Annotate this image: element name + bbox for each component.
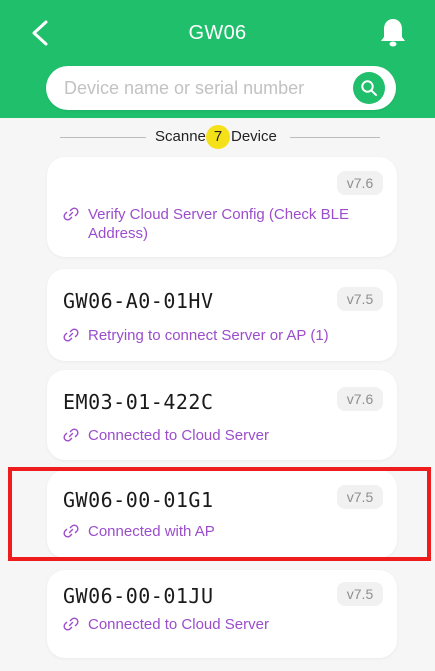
- status-text: Connected to Cloud Server: [88, 427, 269, 444]
- search-bar: [46, 66, 396, 110]
- device-card[interactable]: EM03-01-422C v7.6 Connected to Cloud Ser…: [47, 370, 397, 460]
- version-badge: v7.6: [337, 387, 383, 411]
- divider-left: [60, 137, 146, 138]
- device-name: GW06-00-01G1: [63, 488, 214, 512]
- scanned-count-row: Scanned 7 Device: [60, 122, 380, 152]
- divider-right: [290, 137, 380, 138]
- version-badge: v7.5: [337, 582, 383, 606]
- version-badge: v7.5: [337, 287, 383, 311]
- search-input[interactable]: [64, 66, 336, 110]
- device-card[interactable]: GW06-A0-01HV v7.5 Retrying to connect Se…: [47, 269, 397, 361]
- link-icon: [63, 617, 79, 631]
- device-card[interactable]: GW06-00-01G1 v7.5 Connected with AP: [47, 470, 397, 558]
- link-icon: [63, 524, 79, 538]
- search-icon: [361, 80, 377, 96]
- device-card[interactable]: GW06-00-01JU v7.5 Connected to Cloud Ser…: [47, 570, 397, 658]
- link-icon: [63, 328, 79, 342]
- version-badge: v7.6: [337, 171, 383, 195]
- device-count-badge: 7: [206, 125, 230, 149]
- link-icon: [63, 428, 79, 442]
- status-text: Verify Cloud Server Config (Check BLE Ad…: [88, 206, 349, 242]
- status-text: Retrying to connect Server or AP (1): [88, 327, 329, 344]
- device-name: GW06-A0-01HV: [63, 289, 214, 313]
- status-text: Connected to Cloud Server: [88, 616, 269, 633]
- bell-icon: [381, 19, 405, 47]
- version-badge: v7.5: [337, 485, 383, 509]
- status-text: Connected with AP: [88, 523, 215, 540]
- device-name: GW06-00-01JU: [63, 584, 214, 608]
- device-label: Device: [231, 128, 277, 145]
- app-header: GW06: [0, 0, 435, 118]
- notifications-button[interactable]: [378, 16, 408, 48]
- device-name: EM03-01-422C: [63, 390, 214, 414]
- page-title: GW06: [188, 22, 247, 44]
- device-card[interactable]: v7.6 Verify Cloud Server Config (Check B…: [47, 157, 397, 257]
- search-button[interactable]: [353, 72, 385, 104]
- link-icon: [63, 207, 79, 221]
